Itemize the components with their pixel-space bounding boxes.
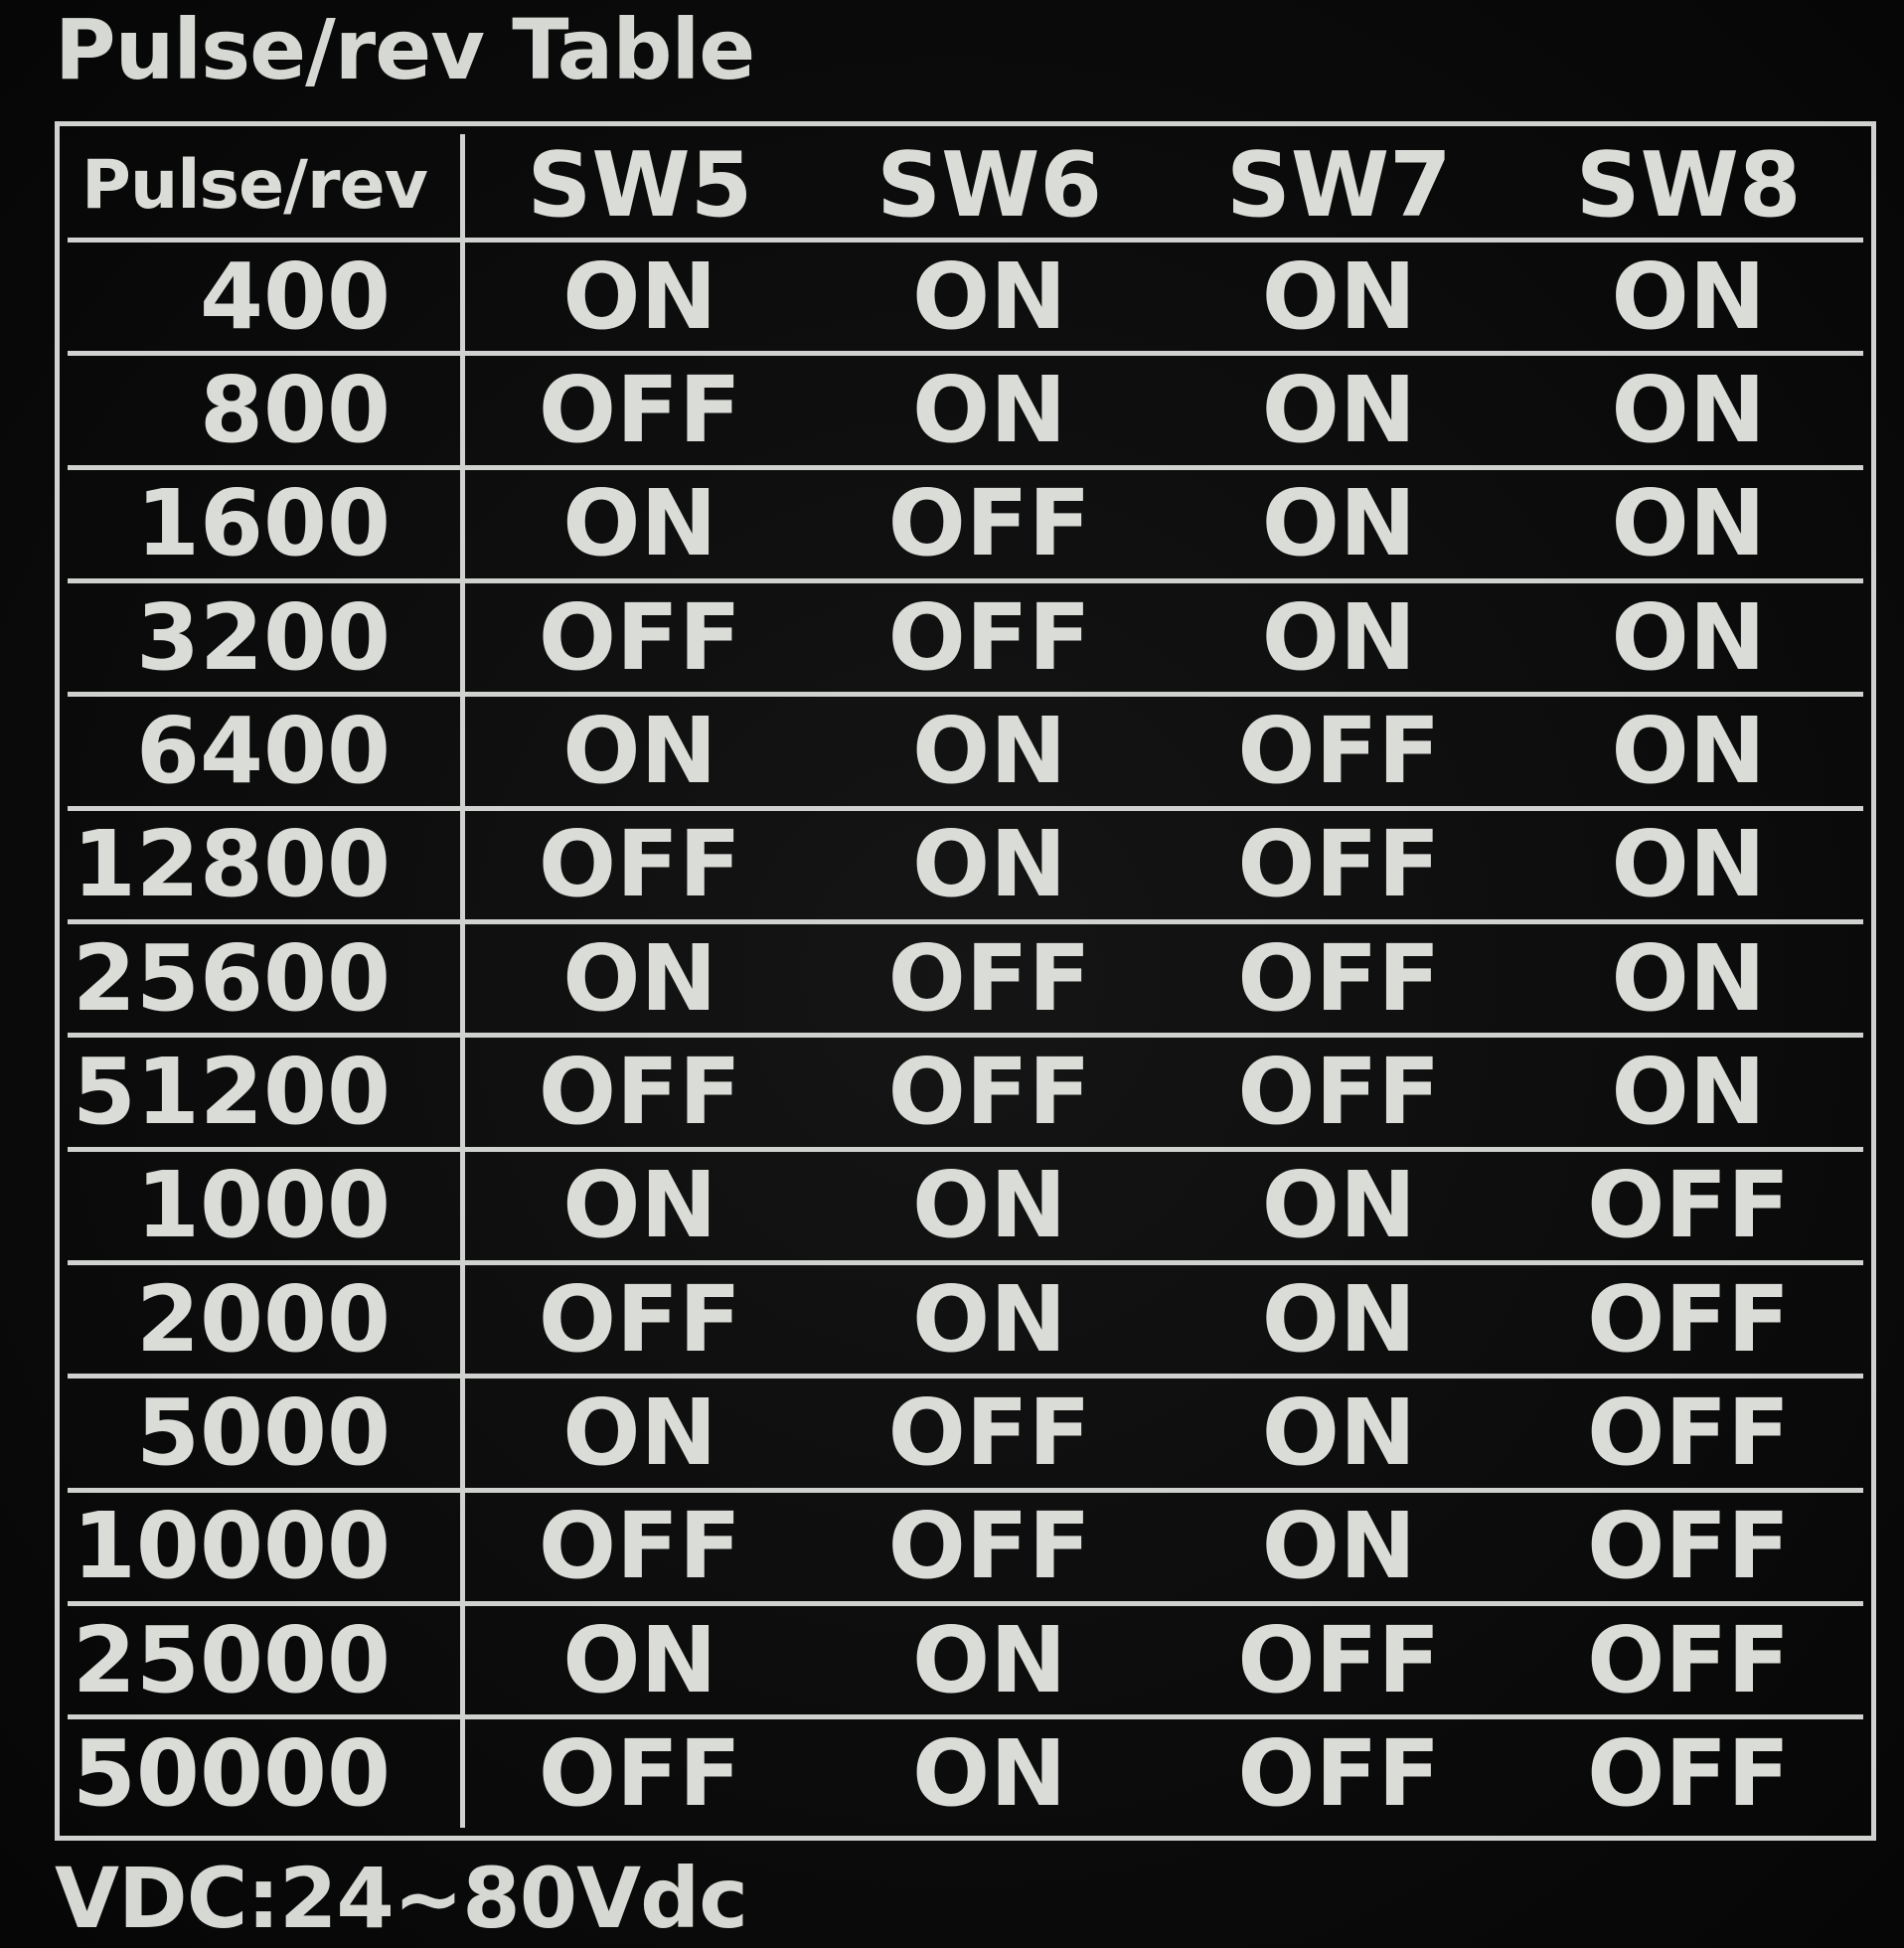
cell-sw8: ON [1513,243,1863,357]
cell-sw5: ON [465,924,815,1039]
cell-sw5: ON [465,243,815,357]
table-row: 1000 ON ON ON OFF [68,1151,1863,1266]
cell-sw8: ON [1513,1038,1863,1152]
cell-sw6: OFF [814,583,1165,698]
cell-pulse-rev: 2000 [68,1265,465,1380]
header-sw5: SW5 [465,134,815,243]
cell-pulse-rev: 3200 [68,583,465,698]
cell-sw7: ON [1164,470,1514,584]
cell-pulse-rev: 6400 [68,697,465,811]
cell-sw7: OFF [1164,697,1514,811]
cell-sw7: OFF [1164,924,1514,1039]
cell-sw7: ON [1164,1379,1514,1493]
header-sw8: SW8 [1513,134,1863,243]
cell-sw5: OFF [465,1493,815,1607]
cell-sw5: ON [465,1379,815,1493]
cell-sw5: OFF [465,356,815,470]
pulse-rev-table: Pulse/rev SW5 SW6 SW7 SW8 400 ON ON ON ON 800… [68,134,1863,1828]
cell-sw5: ON [465,470,815,584]
header-sw7: SW7 [1164,134,1514,243]
cell-sw5: ON [465,1606,815,1720]
cell-sw6: ON [814,697,1165,811]
table-row: 800 OFF ON ON ON [68,356,1863,470]
cell-sw7: OFF [1164,1038,1514,1152]
cell-sw8: ON [1513,697,1863,811]
cell-sw8: ON [1513,356,1863,470]
cell-sw6: ON [814,243,1165,357]
cell-sw6: OFF [814,1493,1165,1607]
table-row: 2000 OFF ON ON OFF [68,1265,1863,1380]
cell-sw7: ON [1164,356,1514,470]
cell-pulse-rev: 51200 [68,1038,465,1152]
cell-sw6: OFF [814,1379,1165,1493]
cell-sw7: ON [1164,243,1514,357]
cell-sw6: OFF [814,924,1165,1039]
table-header-row: Pulse/rev SW5 SW6 SW7 SW8 [68,134,1863,243]
cell-pulse-rev: 25600 [68,924,465,1039]
cell-sw5: OFF [465,811,815,925]
cell-pulse-rev: 400 [68,243,465,357]
cell-sw8: OFF [1513,1379,1863,1493]
cell-sw8: OFF [1587,1719,1791,1827]
cell-sw6: ON [814,356,1165,470]
table-row: 51200 OFF OFF OFF ON [68,1038,1863,1152]
cell-pulse-rev: 50000 [68,1719,465,1828]
cell-pulse-rev: 800 [68,356,465,470]
cell-sw5: ON [465,697,815,811]
table-body: 400 ON ON ON ON 800 OFF ON ON ON 1600 ON OFF ON ON 3200… [68,243,1863,1828]
cell-sw8: ON [1513,470,1863,584]
cell-sw6: ON [814,1152,1165,1266]
table-row: 12800 OFF ON OFF ON [68,810,1863,925]
cell-sw8: OFF [1513,1606,1863,1720]
table-row: 25000 ON ON OFF OFF [68,1606,1863,1720]
cell-sw6: ON [814,1606,1165,1720]
cell-sw8: ON [1513,811,1863,925]
cell-sw6: OFF [814,1038,1165,1152]
voltage-rating: VDC:24~80Vdc [55,1850,748,1947]
table-row: 400 ON ON ON ON [68,243,1863,357]
table-row: 10000 OFF OFF ON OFF [68,1492,1863,1607]
cell-pulse-rev: 1600 [68,469,465,584]
cell-sw6: OFF [814,470,1165,584]
cell-pulse-rev: 12800 [68,810,465,925]
cell-sw5: OFF [465,583,815,698]
table-row: 25600 ON OFF OFF ON [68,924,1863,1039]
table-row: 6400 ON ON OFF ON [68,697,1863,811]
cell-sw7: ON [1164,1493,1514,1607]
cell-sw8: ON [1513,924,1863,1039]
cell-sw5: OFF [465,1265,815,1380]
cell-pulse-rev: 5000 [68,1379,465,1493]
header-pulse-rev: Pulse/rev [68,134,465,243]
table-title: Pulse/rev Table [55,1,755,98]
cell-sw7: ON [1164,1152,1514,1266]
cell-sw7: OFF [1164,1606,1514,1720]
cell-sw8: OFF [1513,1152,1863,1266]
cell-sw6: ON [814,1265,1165,1380]
cell-sw8: OFF [1513,1265,1863,1380]
cell-sw7: ON [1164,583,1514,698]
pulse-rev-table-frame: Pulse/rev SW5 SW6 SW7 SW8 400 ON ON ON ON 800… [55,121,1876,1841]
cell-sw7: ON [1164,1265,1514,1380]
cell-sw6: ON [814,811,1165,925]
cell-sw8: ON [1513,583,1863,698]
table-row: 1600 ON OFF ON ON [68,469,1863,584]
cell-pulse-rev: 10000 [68,1492,465,1607]
table-row: 3200 OFF OFF ON ON [68,583,1863,698]
cell-sw6: ON [912,1719,1067,1827]
cell-sw7: OFF [1237,1719,1441,1827]
table-row: 5000 ON OFF ON OFF [68,1379,1863,1493]
cell-sw5: OFF [465,1038,815,1152]
header-sw6: SW6 [814,134,1165,243]
cell-sw5: ON [465,1152,815,1266]
cell-sw7: OFF [1164,811,1514,925]
cell-pulse-rev: 25000 [68,1606,465,1720]
table-row: 50000 OFF ON OFF OFF [68,1719,1863,1828]
cell-pulse-rev: 1000 [68,1151,465,1266]
cell-sw5: OFF [538,1719,741,1827]
cell-sw8: OFF [1513,1493,1863,1607]
